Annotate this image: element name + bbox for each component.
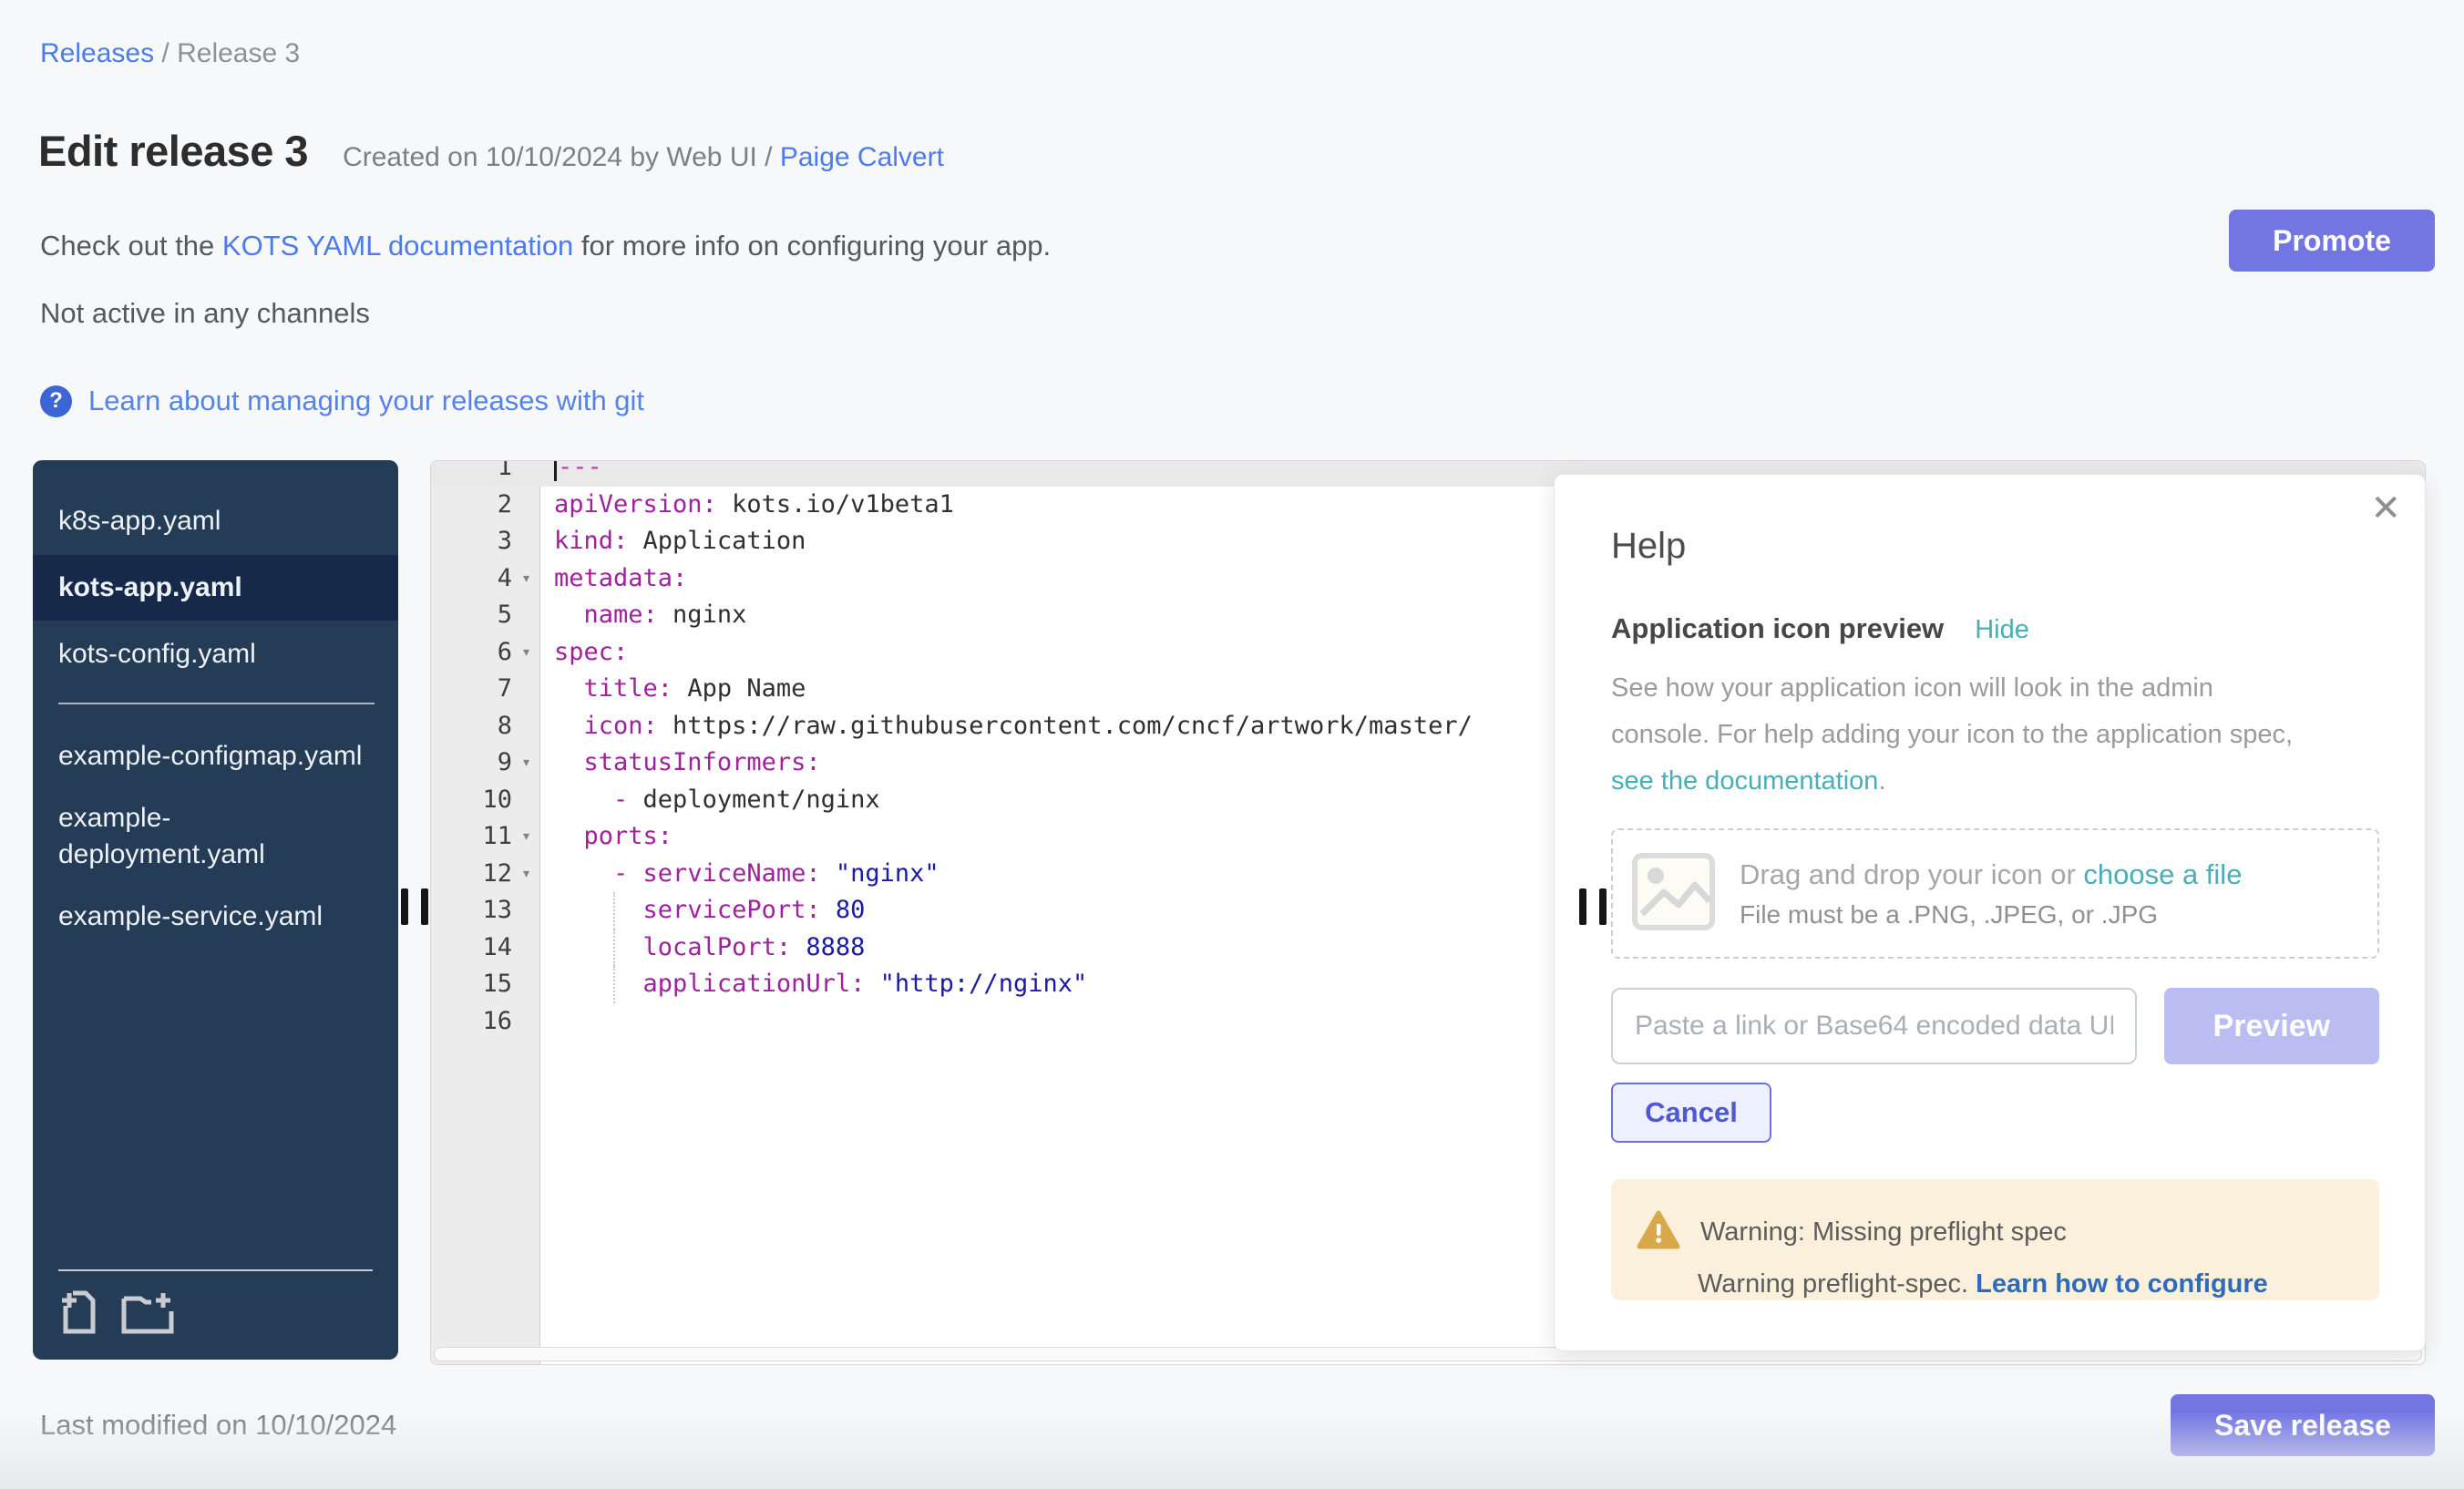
fold-spacer bbox=[512, 966, 540, 1003]
fold-arrow-icon[interactable]: ▾ bbox=[512, 634, 540, 672]
indent-guide bbox=[613, 966, 615, 1003]
icon-url-input[interactable] bbox=[1611, 988, 2137, 1064]
line-number: 8 bbox=[431, 708, 512, 745]
file-item[interactable]: k8s-app.yaml bbox=[33, 493, 398, 549]
fold-spacer bbox=[512, 523, 540, 560]
kots-doc-link[interactable]: KOTS YAML documentation bbox=[222, 230, 573, 262]
sidebar-actions bbox=[33, 1269, 398, 1360]
hide-link[interactable]: Hide bbox=[1975, 615, 2029, 645]
line-number: 12 bbox=[431, 856, 512, 893]
created-line: Created on 10/10/2024 by Web UI / Paige … bbox=[343, 142, 944, 173]
help-panel-title: Help bbox=[1611, 526, 2379, 567]
new-file-icon[interactable] bbox=[58, 1289, 100, 1340]
warning-configure-link[interactable]: Learn how to configure bbox=[1976, 1269, 2268, 1299]
close-icon[interactable]: ✕ bbox=[2370, 488, 2401, 529]
file-item[interactable]: kots-config.yaml bbox=[33, 626, 398, 683]
warning-banner: Warning: Missing preflight spec Warning … bbox=[1611, 1179, 2379, 1300]
choose-file-link[interactable]: choose a file bbox=[2083, 858, 2242, 890]
intro-pre: Check out the bbox=[40, 230, 222, 262]
description-line-1: See how your application icon will look … bbox=[1611, 673, 2213, 703]
intro-text: Check out the KOTS YAML documentation fo… bbox=[40, 230, 1051, 262]
file-item[interactable]: kots-app.yaml bbox=[33, 555, 398, 621]
description-line-2: console. For help adding your icon to th… bbox=[1611, 720, 2293, 749]
channel-status: Not active in any channels bbox=[40, 297, 370, 330]
fold-spacer bbox=[512, 671, 540, 708]
warning-triangle-icon bbox=[1637, 1210, 1680, 1255]
panel-resize-handle[interactable] bbox=[1579, 888, 1607, 925]
fold-spacer bbox=[512, 708, 540, 745]
fold-arrow-icon[interactable]: ▾ bbox=[512, 856, 540, 893]
new-folder-icon[interactable] bbox=[120, 1289, 175, 1340]
fold-spacer bbox=[512, 1003, 540, 1041]
cancel-button[interactable]: Cancel bbox=[1611, 1083, 1771, 1143]
see-documentation-link[interactable]: see the documentation bbox=[1611, 766, 1878, 796]
sidebar-resize-handle[interactable] bbox=[401, 888, 428, 925]
file-groups: k8s-app.yaml kots-app.yamlkots-config.yam… bbox=[33, 493, 398, 945]
line-number: 3 bbox=[431, 523, 512, 560]
fold-spacer bbox=[512, 597, 540, 634]
file-item[interactable]: example-service.yaml bbox=[33, 888, 398, 945]
fold-spacer bbox=[512, 892, 540, 929]
line-number: 15 bbox=[431, 966, 512, 1003]
fold-spacer bbox=[512, 487, 540, 524]
icon-dropzone[interactable]: Drag and drop your icon or choose a file… bbox=[1611, 828, 2379, 959]
line-number: 11 bbox=[431, 818, 512, 856]
line-number: 14 bbox=[431, 929, 512, 967]
page-title: Edit release 3 bbox=[38, 126, 308, 176]
line-number: 16 bbox=[431, 1003, 512, 1041]
fold-spacer bbox=[512, 460, 540, 487]
breadcrumb-separator: / bbox=[154, 38, 177, 68]
git-link[interactable]: Learn about managing your releases with … bbox=[88, 385, 644, 417]
line-number: 6 bbox=[431, 634, 512, 672]
line-number: 2 bbox=[431, 487, 512, 524]
line-number: 10 bbox=[431, 782, 512, 819]
warning-text: Warning preflight-spec. bbox=[1698, 1269, 1976, 1299]
fold-arrow-icon[interactable]: ▾ bbox=[512, 560, 540, 598]
image-placeholder-icon bbox=[1631, 852, 1716, 936]
created-text: Created on 10/10/2024 by Web UI / bbox=[343, 142, 780, 172]
title-row: Edit release 3 Created on 10/10/2024 by … bbox=[38, 126, 944, 176]
text-cursor bbox=[554, 460, 557, 481]
line-number: 5 bbox=[431, 597, 512, 634]
fold-arrow-icon[interactable]: ▾ bbox=[512, 818, 540, 856]
preview-button[interactable]: Preview bbox=[2164, 988, 2379, 1064]
fold-arrow-icon[interactable]: ▾ bbox=[512, 744, 540, 782]
dropzone-text: Drag and drop your icon or bbox=[1740, 858, 2083, 890]
last-modified-text: Last modified on 10/10/2024 bbox=[40, 1409, 396, 1442]
sidebar-bottom-divider bbox=[58, 1269, 373, 1271]
content-row: k8s-app.yaml kots-app.yamlkots-config.yam… bbox=[33, 460, 2426, 1365]
warning-title: Warning: Missing preflight spec bbox=[1700, 1217, 2067, 1248]
help-description: See how your application icon will look … bbox=[1611, 665, 2379, 805]
line-number: 9 bbox=[431, 744, 512, 782]
icon-preview-title: Application icon preview bbox=[1611, 612, 1944, 645]
git-help-row: ? Learn about managing your releases wit… bbox=[40, 385, 644, 417]
line-number: 7 bbox=[431, 671, 512, 708]
intro-post: for more info on configuring your app. bbox=[573, 230, 1051, 262]
line-number: 4 bbox=[431, 560, 512, 598]
breadcrumb: Releases / Release 3 bbox=[40, 38, 300, 69]
line-number: 13 bbox=[431, 892, 512, 929]
indent-guide bbox=[613, 892, 615, 929]
file-item[interactable]: example-configmap.yaml bbox=[33, 728, 398, 785]
fold-spacer bbox=[512, 929, 540, 967]
file-type-hint: File must be a .PNG, .JPEG, or .JPG bbox=[1740, 900, 2242, 929]
doc-link-period: . bbox=[1878, 766, 1885, 796]
help-panel: ✕ Help Application icon preview Hide See… bbox=[1554, 474, 2426, 1351]
line-number: 1 bbox=[431, 460, 512, 487]
indent-guide bbox=[613, 929, 615, 967]
fold-spacer bbox=[512, 782, 540, 819]
file-sidebar: k8s-app.yaml kots-app.yamlkots-config.yam… bbox=[33, 460, 398, 1360]
question-circle-icon[interactable]: ? bbox=[40, 385, 72, 417]
author-link[interactable]: Paige Calvert bbox=[780, 142, 944, 172]
promote-button[interactable]: Promote bbox=[2229, 210, 2435, 272]
file-group-divider bbox=[58, 703, 375, 704]
save-release-button[interactable]: Save release bbox=[2171, 1394, 2435, 1456]
breadcrumb-releases-link[interactable]: Releases bbox=[40, 38, 154, 68]
file-item[interactable]: example-deployment.yaml bbox=[33, 790, 398, 883]
breadcrumb-current: Release 3 bbox=[177, 38, 300, 68]
